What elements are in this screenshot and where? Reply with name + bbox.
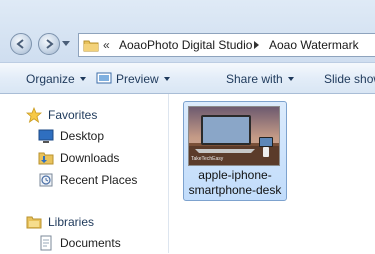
breadcrumb-chevron-icon[interactable]: [253, 40, 261, 50]
star-icon: [26, 107, 42, 123]
chevron-down-icon: [163, 77, 170, 81]
breadcrumb-aoao-watermark[interactable]: Aoao Watermark: [269, 38, 359, 52]
downloads-icon: [38, 152, 54, 165]
breadcrumb-aoaophoto[interactable]: AoaoPhoto Digital Studio: [119, 38, 252, 52]
forward-arrow-icon: [46, 39, 54, 49]
title-bar: « AoaoPhoto Digital Studio Aoao Watermar…: [0, 0, 375, 62]
share-with-button[interactable]: Share with: [226, 72, 294, 86]
recent-pages-dropdown-icon[interactable]: [62, 41, 70, 47]
command-bar: Organize Preview Share with Slide show: [0, 62, 375, 94]
file-name-label: apple-iphone-smartphone-desk: [188, 168, 282, 197]
navigation-pane: Favorites Desktop Downloads Recent Place…: [0, 94, 168, 253]
documents-icon: [40, 235, 52, 251]
back-arrow-icon: [16, 39, 24, 49]
preview-button[interactable]: Preview: [96, 72, 170, 86]
nav-desktop-label: Desktop: [60, 129, 105, 143]
recent-places-icon: [39, 173, 53, 187]
preview-label: Preview: [116, 72, 159, 86]
breadcrumb-overflow[interactable]: «: [103, 38, 110, 52]
slide-show-button[interactable]: Slide show: [324, 72, 375, 86]
desktop-icon: [38, 129, 54, 143]
preview-icon: [96, 72, 112, 84]
organize-label: Organize: [26, 72, 75, 86]
folder-icon: [83, 40, 99, 52]
file-thumbnail[interactable]: TakeTechEasy: [188, 106, 280, 166]
organize-button[interactable]: Organize: [26, 72, 86, 86]
nav-favorites-label: Favorites: [48, 108, 98, 122]
back-button[interactable]: [10, 33, 32, 55]
nav-recent-places-label: Recent Places: [60, 173, 138, 187]
nav-documents-label: Documents: [60, 236, 121, 250]
forward-button[interactable]: [38, 33, 60, 55]
share-with-label: Share with: [226, 72, 283, 86]
slide-show-label: Slide show: [324, 72, 375, 86]
thumbnail-caption: TakeTechEasy: [191, 156, 224, 162]
nav-libraries-label: Libraries: [48, 215, 95, 229]
libraries-icon: [26, 216, 42, 229]
nav-downloads-label: Downloads: [60, 151, 120, 165]
address-bar[interactable]: « AoaoPhoto Digital Studio Aoao Watermar…: [78, 33, 375, 57]
chevron-down-icon: [79, 77, 86, 81]
chevron-down-icon: [287, 77, 294, 81]
